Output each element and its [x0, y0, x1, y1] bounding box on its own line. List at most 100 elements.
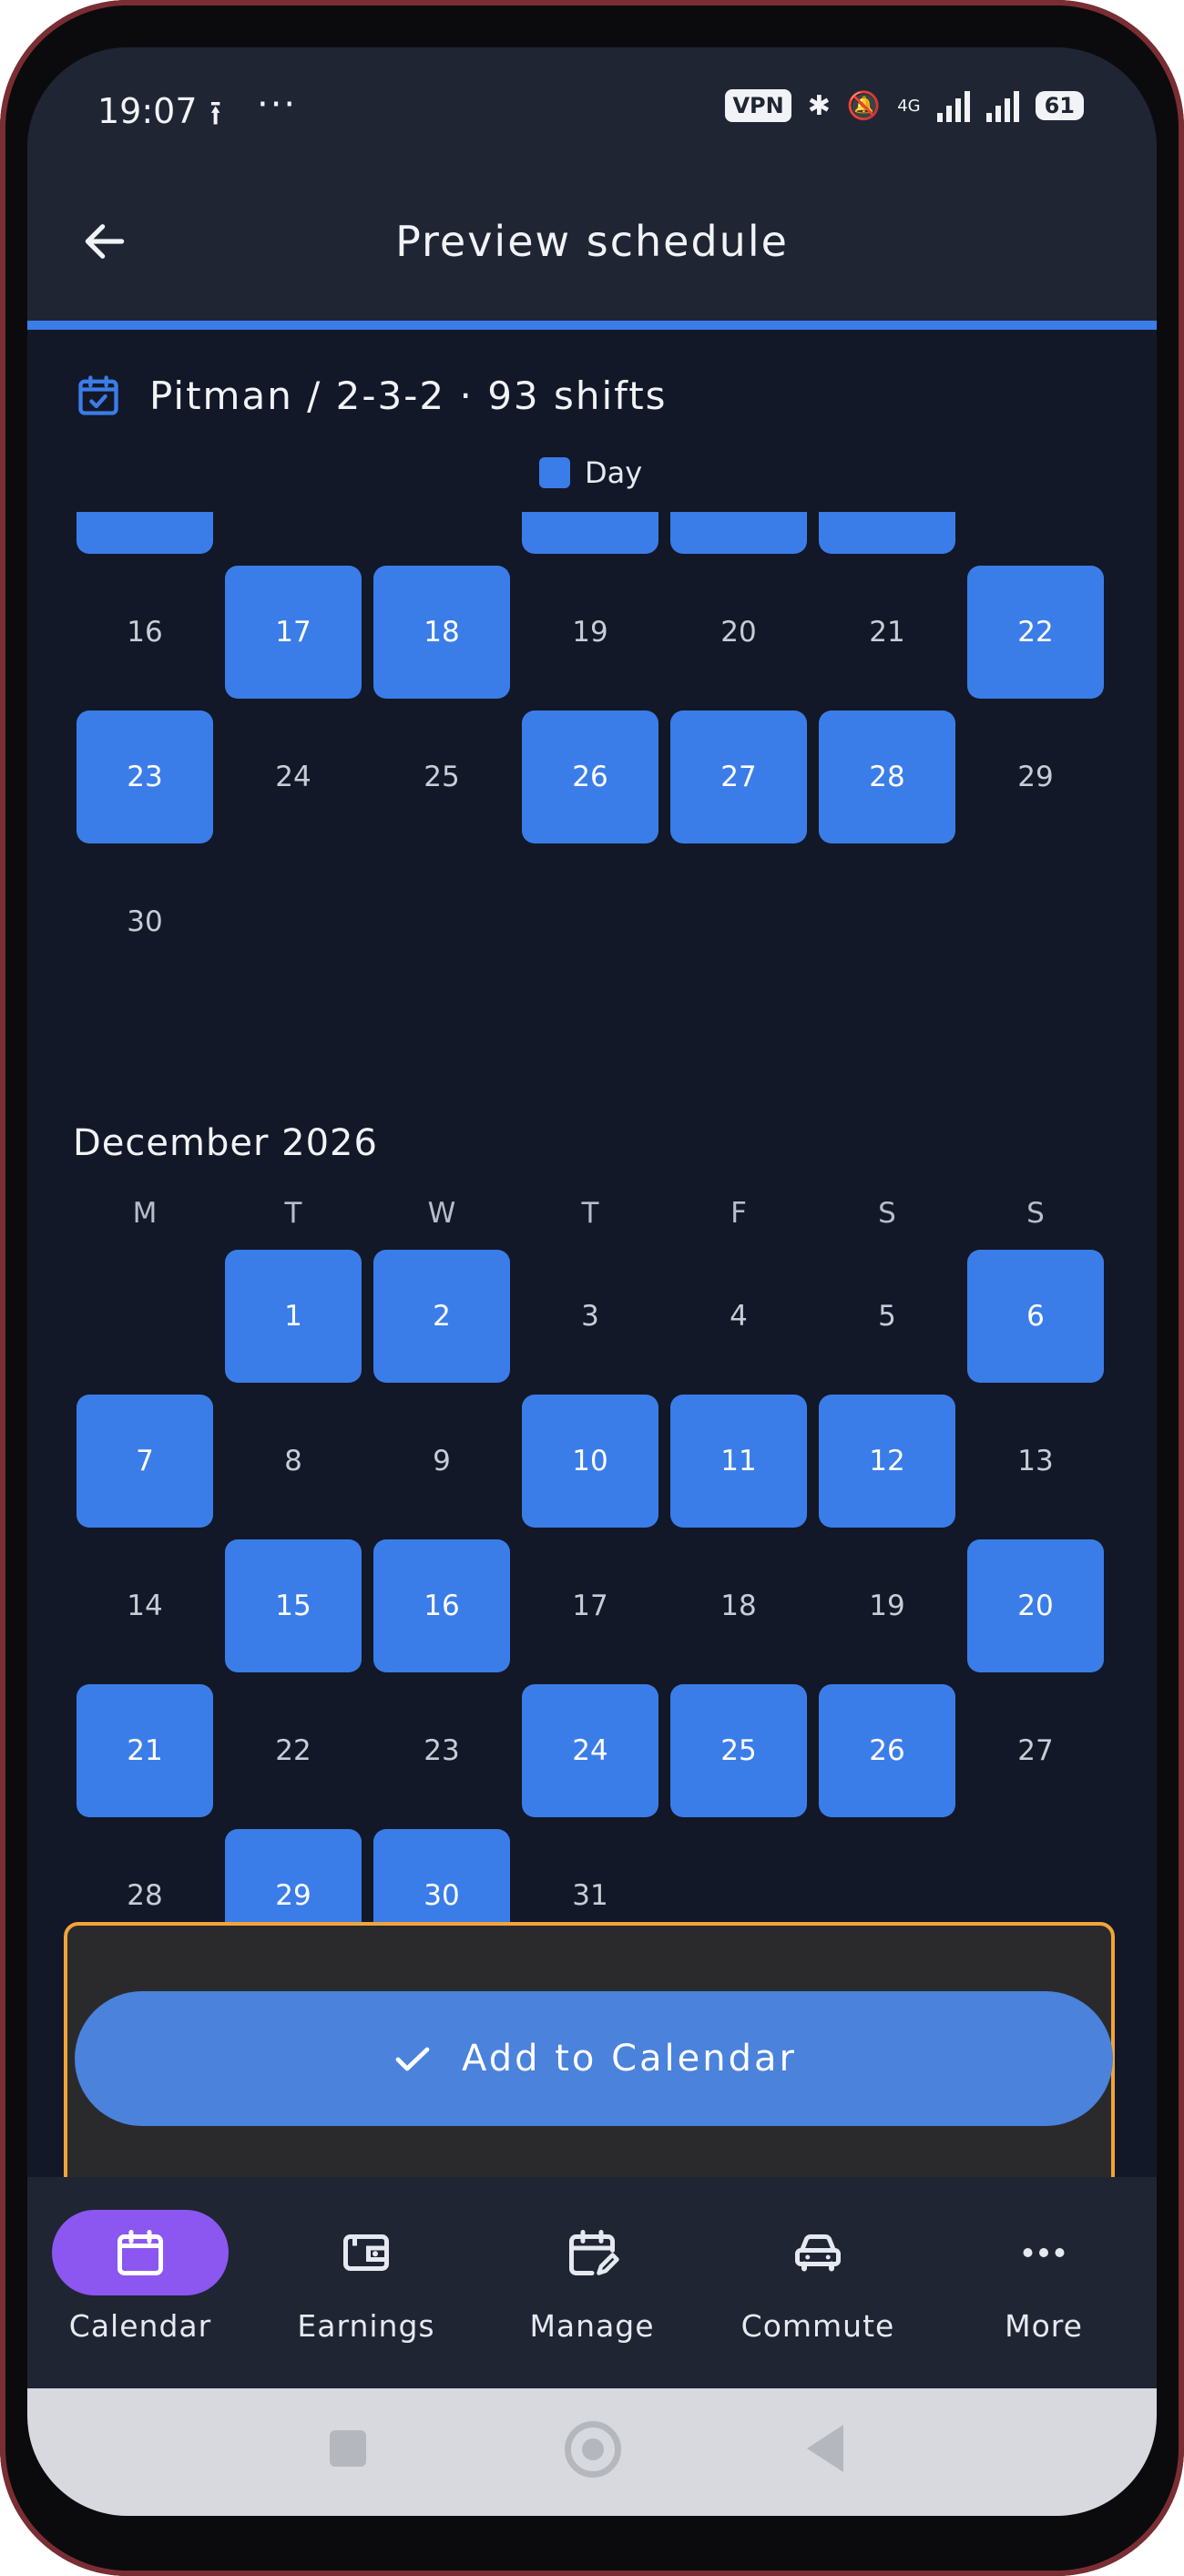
day-cell[interactable]: 5	[819, 1250, 955, 1383]
shift-day-cell[interactable]: 23	[77, 710, 213, 843]
shift-day-cell[interactable]: 1	[225, 1250, 362, 1383]
shift-day-cell[interactable]: 15	[225, 1539, 362, 1672]
weekday-label: W	[427, 1197, 456, 1230]
empty-day-cell	[670, 855, 807, 988]
recent-apps-button[interactable]	[330, 2430, 366, 2467]
day-cell[interactable]: 30	[77, 855, 213, 988]
home-button[interactable]	[565, 2421, 621, 2478]
day-cell[interactable]: 17	[522, 1539, 658, 1672]
nav-item-more[interactable]: More	[931, 2177, 1157, 2388]
upload-icon: ⭱	[209, 93, 222, 133]
empty-day-cell	[373, 855, 510, 988]
empty-day-cell	[77, 1250, 213, 1383]
calendar-scroll[interactable]: 9101112131415161718192021222324252627282…	[27, 512, 1157, 1960]
shift-day-cell[interactable]: 22	[967, 566, 1104, 699]
shift-day-cell[interactable]: 12	[522, 512, 658, 554]
shift-day-cell[interactable]: 16	[373, 1539, 510, 1672]
day-cell[interactable]: 15	[967, 512, 1104, 554]
calendar-edit-icon	[569, 2230, 619, 2275]
shift-day-cell[interactable]: 21	[77, 1684, 213, 1817]
page-title: Preview schedule	[395, 217, 789, 266]
weekday-label: F	[730, 1197, 747, 1230]
bluetooth-icon: ✱	[807, 89, 831, 122]
nav-label-more: More	[1005, 2308, 1083, 2344]
empty-day-cell	[967, 855, 1104, 988]
wallet-icon	[343, 2234, 389, 2271]
nav-item-commute[interactable]: Commute	[705, 2177, 931, 2388]
shift-day-cell[interactable]: 26	[522, 710, 658, 843]
system-back-button[interactable]	[807, 2425, 843, 2472]
day-cell[interactable]: 10	[225, 512, 362, 554]
signal-icon	[936, 89, 970, 122]
weekday-label: S	[878, 1197, 896, 1230]
legend-label: Day	[585, 455, 643, 490]
shift-day-cell[interactable]: 17	[225, 566, 362, 699]
nav-item-calendar[interactable]: Calendar	[27, 2177, 253, 2388]
day-cell[interactable]: 14	[77, 1539, 213, 1672]
system-nav-bar	[27, 2388, 1157, 2516]
shift-day-cell[interactable]: 9	[77, 512, 213, 554]
nav-pill	[730, 2210, 906, 2295]
shift-day-cell[interactable]: 12	[819, 1395, 955, 1528]
progress-bar	[27, 321, 1157, 330]
weekday-label: T	[581, 1197, 599, 1230]
day-cell[interactable]: 3	[522, 1250, 658, 1383]
day-cell[interactable]: 9	[373, 1395, 510, 1528]
day-cell[interactable]: 19	[819, 1539, 955, 1672]
weekday-label: T	[284, 1197, 302, 1230]
empty-day-cell	[225, 855, 362, 988]
shift-day-cell[interactable]: 27	[670, 710, 807, 843]
day-cell[interactable]: 27	[967, 1684, 1104, 1817]
shift-day-cell[interactable]: 7	[77, 1395, 213, 1528]
add-to-calendar-button[interactable]: Add to Calendar	[75, 1991, 1113, 2126]
day-cell[interactable]: 16	[77, 566, 213, 699]
shift-day-cell[interactable]: 6	[967, 1250, 1104, 1383]
day-cell[interactable]: 22	[225, 1684, 362, 1817]
day-cell[interactable]: 24	[225, 710, 362, 843]
nav-pill	[504, 2210, 680, 2295]
nav-pill-active	[52, 2210, 229, 2295]
nav-pill	[278, 2210, 454, 2295]
day-cell[interactable]: 18	[670, 1539, 807, 1672]
shift-day-cell[interactable]: 10	[522, 1395, 658, 1528]
schedule-title: Pitman / 2-3-2 · 93 shifts	[149, 373, 668, 418]
shift-day-cell[interactable]: 13	[670, 512, 807, 554]
shift-day-cell[interactable]: 14	[819, 512, 955, 554]
weekday-header: MTWTFSS	[77, 1197, 1104, 1230]
shift-day-cell[interactable]: 28	[819, 710, 955, 843]
day-cell[interactable]: 29	[967, 710, 1104, 843]
app-header: 19:07 ⭱ ··· VPN ✱ 🔕 4G 61 Preview schedu…	[27, 47, 1157, 321]
shift-day-cell[interactable]: 26	[819, 1684, 955, 1817]
day-cell[interactable]: 19	[522, 566, 658, 699]
day-cell[interactable]: 11	[373, 512, 510, 554]
day-cell[interactable]: 21	[819, 566, 955, 699]
day-cell[interactable]: 20	[670, 566, 807, 699]
nav-label-calendar: Calendar	[68, 2308, 212, 2344]
empty-day-cell	[522, 855, 658, 988]
shift-day-cell[interactable]: 24	[522, 1684, 658, 1817]
shift-day-cell[interactable]: 25	[670, 1684, 807, 1817]
day-cell[interactable]: 25	[373, 710, 510, 843]
day-cell[interactable]: 13	[967, 1395, 1104, 1528]
calendar-icon	[117, 2230, 163, 2275]
shift-day-cell[interactable]: 2	[373, 1250, 510, 1383]
app-screen: 19:07 ⭱ ··· VPN ✱ 🔕 4G 61 Preview schedu…	[27, 47, 1157, 2516]
nav-item-manage[interactable]: Manage	[479, 2177, 705, 2388]
more-status-icon: ···	[257, 84, 298, 126]
month-title: December 2026	[73, 1122, 378, 1164]
shift-day-cell[interactable]: 20	[967, 1539, 1104, 1672]
shift-day-cell[interactable]: 11	[670, 1395, 807, 1528]
vpn-badge: VPN	[725, 89, 791, 122]
shift-day-cell[interactable]: 18	[373, 566, 510, 699]
nav-label-commute: Commute	[740, 2308, 895, 2344]
day-cell[interactable]: 8	[225, 1395, 362, 1528]
calendar-check-icon	[78, 375, 118, 415]
day-cell[interactable]: 23	[373, 1684, 510, 1817]
network-label: 4G	[897, 96, 921, 116]
add-to-calendar-label: Add to Calendar	[462, 2038, 797, 2080]
nav-item-earnings[interactable]: Earnings	[253, 2177, 479, 2388]
day-cell[interactable]: 4	[670, 1250, 807, 1383]
nav-pill	[955, 2210, 1132, 2295]
empty-day-cell	[819, 855, 955, 988]
status-icons: VPN ✱ 🔕 4G 61	[725, 89, 1084, 122]
